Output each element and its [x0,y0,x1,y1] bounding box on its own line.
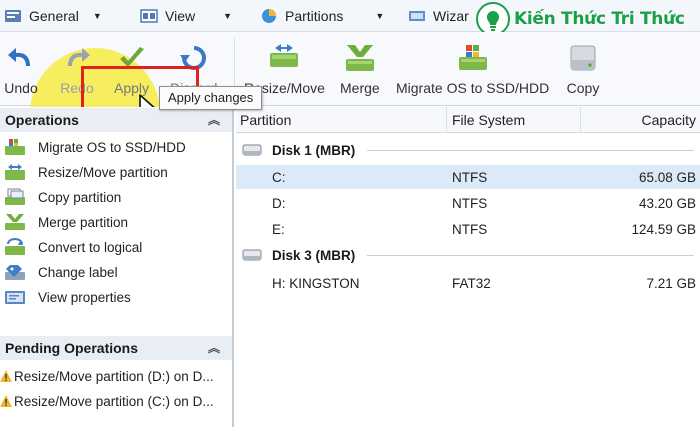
op-merge-partition[interactable]: Merge partition [0,211,128,233]
merge-partition-icon [5,214,25,230]
column-divider[interactable] [580,107,581,133]
op-label: View properties [38,289,131,305]
pending-item[interactable]: Resize/Move partition (C:) on D... [0,390,232,412]
chevron-up-double-icon[interactable]: ︽ [208,336,220,360]
menu-partitions-label: Partitions [285,8,344,24]
filesystem-cell: NTFS [452,222,488,237]
pending-item-label: Resize/Move partition (C:) on D... [14,393,214,409]
warning-icon [0,370,12,382]
undo-icon [8,48,30,66]
partition-cell: D: [272,196,286,211]
operations-title: Operations [5,112,79,128]
watermark-text: Kiến Thức Tri Thức [514,9,685,29]
filesystem-cell: NTFS [452,196,488,211]
copy-partition-icon [5,188,25,205]
undo-button[interactable]: Undo [4,42,38,96]
disk-divider [367,149,694,151]
disk-divider [367,254,694,256]
partitions-icon [262,9,276,23]
column-divider[interactable] [446,107,447,133]
menu-view-label: View [165,8,196,24]
copy-label: Copy [566,80,600,96]
filesystem-cell: NTFS [452,170,488,185]
op-label: Resize/Move partition [38,164,168,180]
convert-logical-icon [5,238,25,255]
disk-name: Disk 3 (MBR) [272,247,356,263]
merge-label: Merge [340,80,380,96]
capacity-cell: 124.59 GB [631,222,696,237]
capacity-cell: 7.21 GB [646,276,696,291]
op-migrate-os[interactable]: Migrate OS to SSD/HDD [0,136,186,158]
migrate-os-label: Migrate OS to SSD/HDD [396,80,550,96]
chevron-down-icon: ▼ [223,11,233,21]
op-change-label[interactable]: Change label [0,261,118,283]
apply-tooltip: Apply changes [159,86,263,110]
partition-cell: H: KINGSTON [272,276,360,291]
menu-wizard-label: Wizar [433,8,469,24]
table-header: Partition File System Capacity [236,107,700,133]
watermark: Kiến Thức Tri Thức [476,2,685,36]
change-label-icon [5,265,25,280]
column-file-system[interactable]: File System [452,107,525,133]
merge-icon [345,45,374,71]
menu-partitions[interactable]: Partitions ▼ [260,6,384,26]
migrate-os-icon [458,45,487,70]
table-row[interactable]: H: KINGSTON FAT32 7.21 GB [236,271,700,295]
menu-wizard[interactable]: Wizar [408,6,469,26]
warning-icon [0,395,12,407]
merge-button[interactable]: Merge [340,42,380,96]
brain-lightbulb-icon [476,2,510,36]
partition-cell: C: [272,170,286,185]
disk-row[interactable]: Disk 1 (MBR) [236,139,700,161]
migrate-os-icon [5,139,25,155]
disk-icon [242,144,262,156]
pending-item-label: Resize/Move partition (D:) on D... [14,368,214,384]
migrate-os-button[interactable]: Migrate OS to SSD/HDD [396,42,549,96]
left-panel: Operations ︽ Migrate OS to SSD/HDD Resiz… [0,107,234,427]
copy-button[interactable]: Copy [566,42,600,96]
op-label: Convert to logical [38,239,143,255]
menu-general-label: General [29,8,79,24]
op-convert-logical[interactable]: Convert to logical [0,236,142,258]
op-label: Merge partition [38,214,129,230]
disk-name: Disk 1 (MBR) [272,142,356,158]
table-row[interactable]: E: NTFS 124.59 GB [236,217,700,241]
toolbar: Undo Redo Apply Discard [0,32,700,178]
general-icon [5,10,21,22]
partition-table: Partition File System Capacity Disk 1 (M… [236,107,700,427]
resize-move-icon [270,44,299,67]
op-copy-partition[interactable]: Copy partition [0,186,121,208]
view-properties-icon [5,291,25,304]
menu-view[interactable]: View ▼ [140,6,232,26]
operations-header[interactable]: Operations ︽ [0,108,232,132]
capacity-cell: 43.20 GB [638,196,696,211]
chevron-down-icon: ▼ [375,11,385,21]
table-row[interactable]: D: NTFS 43.20 GB [236,191,700,215]
pending-header[interactable]: Pending Operations ︽ [0,336,232,360]
menu-general[interactable]: General ▼ [4,6,102,26]
wizard-icon [409,11,425,21]
op-view-properties[interactable]: View properties [0,286,131,308]
op-resize-move[interactable]: Resize/Move partition [0,161,168,183]
table-row[interactable]: C: NTFS 65.08 GB [236,165,700,189]
op-label: Change label [38,264,118,280]
copy-disk-icon [570,45,596,71]
view-icon [140,9,158,23]
op-label: Copy partition [38,189,122,205]
partition-cell: E: [272,222,285,237]
chevron-up-double-icon[interactable]: ︽ [208,108,220,132]
op-label: Migrate OS to SSD/HDD [38,139,186,155]
capacity-cell: 65.08 GB [638,170,696,185]
column-capacity[interactable]: Capacity [642,107,696,133]
column-partition[interactable]: Partition [240,107,291,133]
disk-icon [242,249,262,261]
pending-item[interactable]: Resize/Move partition (D:) on D... [0,365,232,387]
pending-title: Pending Operations [5,340,139,356]
disk-row[interactable]: Disk 3 (MBR) [236,244,700,266]
chevron-down-icon: ▼ [92,11,102,21]
filesystem-cell: FAT32 [452,276,491,291]
resize-move-icon [5,164,25,180]
undo-label: Undo [4,80,38,96]
